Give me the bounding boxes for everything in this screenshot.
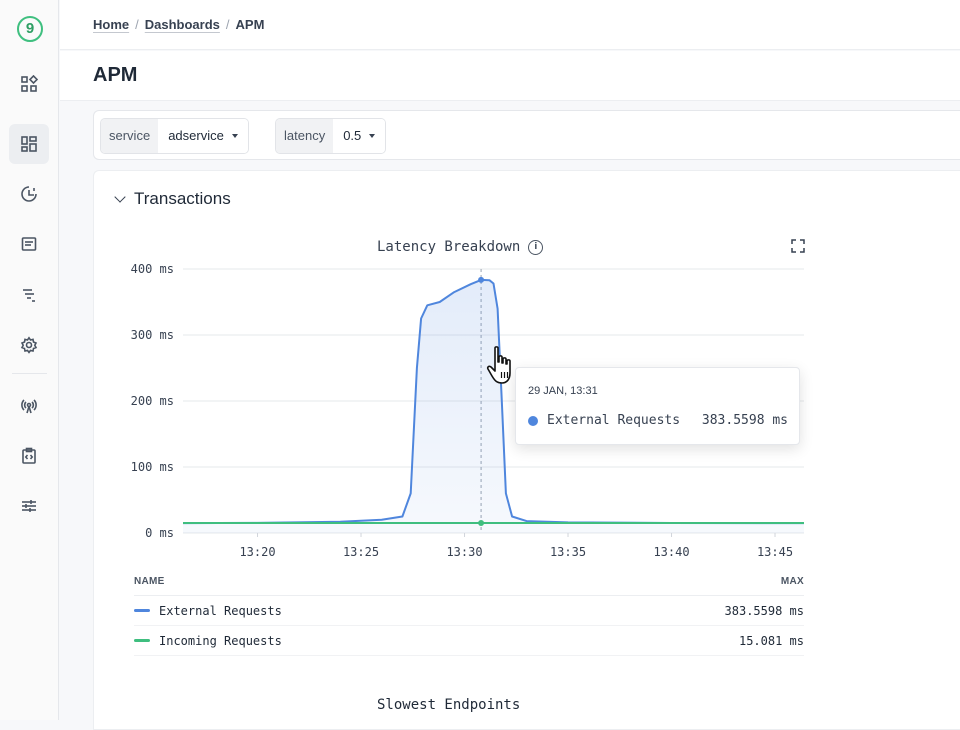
legend-header: NAME MAX bbox=[134, 576, 804, 596]
x-tick-label: 13:45 bbox=[757, 545, 793, 559]
legend-swatch bbox=[134, 639, 150, 642]
alerts-icon[interactable] bbox=[9, 174, 49, 214]
app-logo[interactable]: 9 bbox=[17, 16, 43, 42]
latency-filter-value[interactable]: 0.5 bbox=[333, 119, 386, 153]
title-bar: APM bbox=[60, 51, 960, 101]
series-point bbox=[478, 276, 485, 283]
y-tick-label: 0 ms bbox=[145, 526, 174, 540]
apps-icon[interactable] bbox=[9, 64, 49, 104]
tooltip-time: 29 JAN, 13:31 bbox=[528, 385, 598, 397]
x-tick-label: 13:20 bbox=[239, 545, 275, 559]
x-tick-label: 13:40 bbox=[653, 545, 689, 559]
x-tick-label: 13:25 bbox=[343, 545, 379, 559]
dashboards-icon[interactable] bbox=[9, 124, 49, 164]
y-tick-label: 400 ms bbox=[131, 262, 174, 276]
legend-series-name: External Requests bbox=[159, 603, 282, 618]
service-filter-value[interactable]: adservice bbox=[158, 119, 248, 153]
latency-filter[interactable]: latency 0.5 bbox=[275, 118, 387, 154]
sliders-icon[interactable] bbox=[9, 486, 49, 526]
x-tick-label: 13:30 bbox=[446, 545, 482, 559]
sidebar: 9 bbox=[0, 0, 59, 720]
filter-bar: service adservice latency 0.5 bbox=[93, 110, 960, 160]
settings-gear-icon[interactable] bbox=[9, 325, 49, 365]
breadcrumb-separator: / bbox=[135, 17, 139, 32]
legend-swatch bbox=[134, 609, 150, 612]
series-point bbox=[478, 520, 485, 527]
top-bar: Home / Dashboards / APM bbox=[60, 0, 960, 50]
service-filter[interactable]: service adservice bbox=[100, 118, 249, 154]
breadcrumb-home[interactable]: Home bbox=[93, 17, 129, 32]
tooltip-row: External Requests 383.5598 ms bbox=[528, 413, 788, 428]
legend-series-max: 15.081 ms bbox=[738, 633, 804, 648]
page-title: APM bbox=[93, 64, 138, 86]
transactions-panel: Transactions Latency Breakdown i 400 ms 3… bbox=[93, 170, 960, 730]
caret-down-icon bbox=[231, 134, 238, 138]
legend-max-header: MAX bbox=[780, 576, 804, 587]
tooltip-value: 383.5598 ms bbox=[701, 413, 788, 428]
traces-icon[interactable] bbox=[9, 275, 49, 315]
sidebar-divider bbox=[12, 373, 47, 374]
legend-series-name: Incoming Requests bbox=[159, 633, 282, 648]
legend-series-max: 383.5598 ms bbox=[724, 603, 804, 618]
logs-icon[interactable] bbox=[9, 224, 49, 264]
breadcrumb-dashboards[interactable]: Dashboards bbox=[145, 17, 220, 32]
y-tick-label: 100 ms bbox=[131, 460, 174, 474]
y-tick-label: 300 ms bbox=[131, 328, 174, 342]
caret-down-icon bbox=[369, 134, 376, 138]
breadcrumb-separator: / bbox=[225, 17, 230, 32]
service-filter-selected: adservice bbox=[168, 128, 224, 143]
latency-filter-label: latency bbox=[276, 119, 334, 153]
slowest-endpoints-title: Slowest Endpoints bbox=[377, 697, 521, 713]
service-filter-label: service bbox=[101, 119, 159, 153]
chart-legend: NAME MAX External Requests 383.5598 ms I… bbox=[134, 576, 804, 656]
x-tick-label: 13:35 bbox=[550, 545, 586, 559]
tooltip-series-name: External Requests bbox=[547, 413, 681, 428]
legend-name-header: NAME bbox=[134, 576, 165, 587]
code-clipboard-icon[interactable] bbox=[9, 436, 49, 476]
broadcast-icon[interactable] bbox=[9, 386, 49, 426]
chart-tooltip: 29 JAN, 13:31 External Requests 383.5598… bbox=[515, 367, 800, 445]
breadcrumb: Home / Dashboards / APM bbox=[93, 17, 264, 32]
hand-pointer-cursor-icon bbox=[486, 346, 511, 384]
latency-filter-selected: 0.5 bbox=[343, 128, 362, 143]
y-tick-label: 200 ms bbox=[131, 394, 174, 408]
legend-row[interactable]: External Requests 383.5598 ms bbox=[134, 596, 804, 626]
breadcrumb-current: APM bbox=[235, 17, 265, 32]
legend-row[interactable]: Incoming Requests 15.081 ms bbox=[134, 626, 804, 656]
series-dot-icon bbox=[528, 415, 538, 426]
